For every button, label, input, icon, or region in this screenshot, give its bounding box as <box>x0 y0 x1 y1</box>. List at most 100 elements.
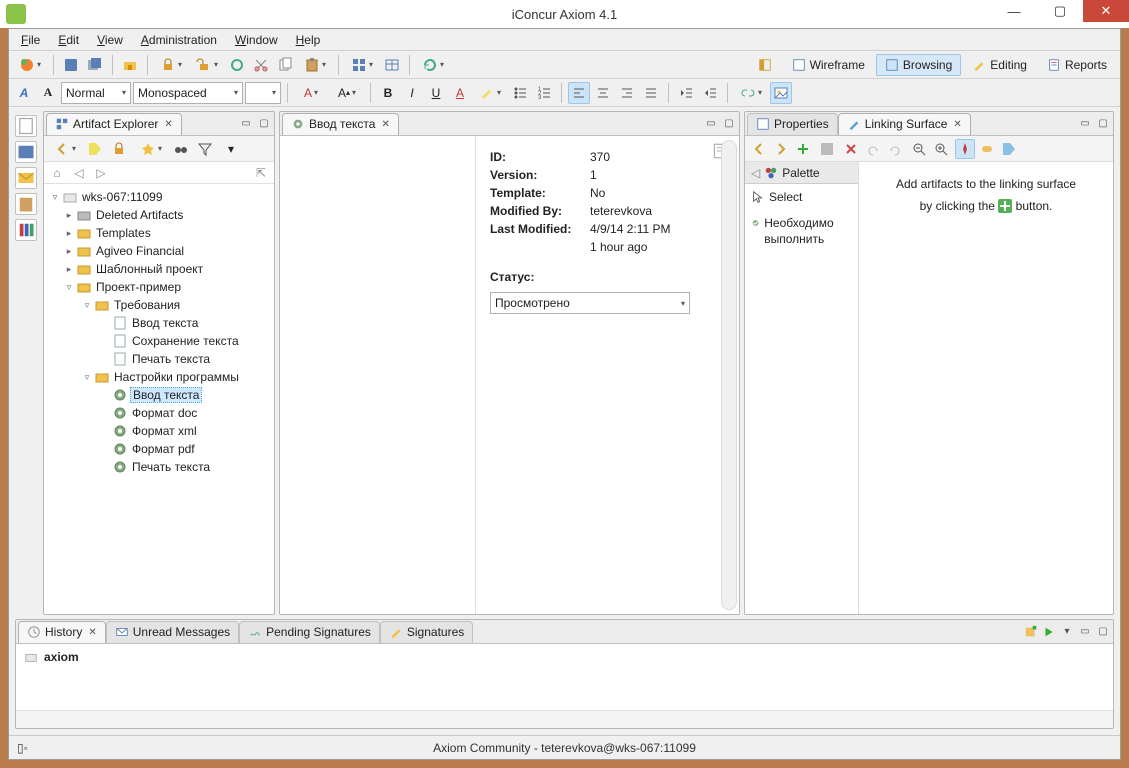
bottom-run-icon[interactable] <box>1041 624 1057 640</box>
grid-button[interactable] <box>345 54 379 76</box>
bottom-action1-icon[interactable] <box>1023 624 1039 640</box>
save-all-button[interactable] <box>84 54 106 76</box>
maximize-view-icon[interactable]: ▢ <box>721 116 737 132</box>
tree-item[interactable]: Проект-пример <box>94 280 183 294</box>
tree-item[interactable]: Требования <box>112 298 182 312</box>
align-left-button[interactable] <box>568 82 590 104</box>
nav-back-button[interactable] <box>749 139 769 159</box>
properties-tab[interactable]: Properties <box>747 113 838 135</box>
collapse-icon[interactable]: ⇱ <box>252 164 270 182</box>
zoom-out-button[interactable] <box>909 139 929 159</box>
paragraph-style-combo[interactable]: Normal <box>61 82 131 104</box>
tag-yellow-button[interactable] <box>84 138 106 160</box>
maximize-view-icon[interactable]: ▢ <box>1095 116 1111 132</box>
number-list-button[interactable]: 123 <box>533 82 555 104</box>
menu-help[interactable]: Help <box>288 31 329 49</box>
tree-item[interactable]: Настройки программы <box>112 370 241 384</box>
tree-item-selected[interactable]: Ввод текста <box>130 387 202 403</box>
copy-button[interactable] <box>274 54 296 76</box>
minimize-view-icon[interactable]: ▭ <box>1077 624 1093 640</box>
minimize-view-icon[interactable]: ▭ <box>1077 116 1093 132</box>
unread-messages-tab[interactable]: Unread Messages <box>106 621 239 643</box>
perspective-switcher-button[interactable] <box>749 54 781 76</box>
tree-item[interactable]: Сохранение текста <box>130 334 241 348</box>
close-icon[interactable]: ✕ <box>381 119 389 130</box>
highlight-button[interactable] <box>473 82 507 104</box>
artifact-tree[interactable]: ▿wks-067:11099 ▸Deleted Artifacts ▸Templ… <box>44 184 274 614</box>
pending-signatures-tab[interactable]: Pending Signatures <box>239 621 380 643</box>
tree-item[interactable]: Шаблонный проект <box>94 262 205 276</box>
bold-button[interactable]: B <box>377 82 399 104</box>
font-color-button[interactable]: A <box>294 82 328 104</box>
shortcut-books-icon[interactable] <box>15 219 37 241</box>
italic-button[interactable]: I <box>401 82 423 104</box>
editor-scrollbar[interactable] <box>721 140 737 610</box>
minimize-button[interactable]: — <box>991 0 1037 22</box>
insert-image-button[interactable] <box>770 82 792 104</box>
tree-item[interactable]: Agiveo Financial <box>94 244 186 258</box>
tag-button[interactable] <box>999 139 1019 159</box>
tree-item[interactable]: Deleted Artifacts <box>94 208 185 222</box>
shortcut-doc-icon[interactable] <box>15 115 37 137</box>
undo-button[interactable] <box>863 139 883 159</box>
perspective-reports[interactable]: Reports <box>1038 54 1116 76</box>
close-icon[interactable]: ✕ <box>164 119 172 130</box>
linking-surface-tab[interactable]: Linking Surface ✕ <box>838 113 971 135</box>
link-button[interactable] <box>226 54 248 76</box>
insert-link-button[interactable] <box>734 82 768 104</box>
back-icon[interactable]: ◁ <box>70 164 88 182</box>
signatures-tab[interactable]: Signatures <box>380 621 473 643</box>
refresh-button[interactable] <box>416 54 450 76</box>
align-justify-button[interactable] <box>640 82 662 104</box>
perspective-browsing[interactable]: Browsing <box>876 54 961 76</box>
menu-window[interactable]: Window <box>227 31 286 49</box>
lock-folder-button[interactable] <box>119 54 141 76</box>
save-button[interactable] <box>817 139 837 159</box>
cut-button[interactable] <box>250 54 272 76</box>
shortcut-mail-icon[interactable] <box>15 167 37 189</box>
bottom-menu-icon[interactable]: ▾ <box>1059 624 1075 640</box>
maximize-view-icon[interactable]: ▢ <box>1095 624 1111 640</box>
table-button[interactable] <box>381 54 403 76</box>
paste-button[interactable] <box>298 54 332 76</box>
font-size-up-button[interactable]: A▴ <box>330 82 364 104</box>
font-combo[interactable]: Monospaced <box>133 82 243 104</box>
history-tab[interactable]: History ✕ <box>18 621 106 643</box>
palette-select[interactable]: Select <box>745 184 858 210</box>
redo-button[interactable] <box>885 139 905 159</box>
align-right-button[interactable] <box>616 82 638 104</box>
tree-item[interactable]: Формат doc <box>130 406 199 420</box>
font-size-combo[interactable] <box>245 82 281 104</box>
underline-button[interactable]: U <box>425 82 447 104</box>
minimize-view-icon[interactable]: ▭ <box>703 116 719 132</box>
forward-icon[interactable]: ▷ <box>92 164 110 182</box>
perspective-editing[interactable]: Editing <box>963 54 1036 76</box>
text-style-a2-button[interactable]: A <box>37 82 59 104</box>
home-icon[interactable]: ⌂ <box>48 164 66 182</box>
menu-file[interactable]: File <box>13 31 48 49</box>
history-item[interactable]: axiom <box>24 650 1105 664</box>
menu-administration[interactable]: Administration <box>133 31 225 49</box>
binoculars-icon[interactable] <box>170 138 192 160</box>
pushpin-button[interactable] <box>955 139 975 159</box>
tree-item[interactable]: Templates <box>94 226 153 240</box>
toggle-button[interactable] <box>977 139 997 159</box>
tree-item[interactable]: Печать текста <box>130 460 212 474</box>
menu-view[interactable]: View <box>89 31 131 49</box>
editor-tab[interactable]: Ввод текста ✕ <box>282 113 399 135</box>
perspective-wireframe[interactable]: Wireframe <box>783 54 874 76</box>
lock-icon[interactable] <box>108 138 130 160</box>
zoom-in-button[interactable] <box>931 139 951 159</box>
outdent-button[interactable] <box>675 82 697 104</box>
status-left-icon[interactable]: ▯◦ <box>17 741 28 755</box>
shortcut-window-icon[interactable] <box>15 141 37 163</box>
close-icon[interactable]: ✕ <box>88 627 96 638</box>
shortcut-clipboard-icon[interactable] <box>15 193 37 215</box>
minimize-view-icon[interactable]: ▭ <box>238 116 254 132</box>
filter-button[interactable] <box>194 138 216 160</box>
tree-item[interactable]: Ввод текста <box>130 316 200 330</box>
linking-surface-canvas[interactable]: Add artifacts to the linking surface by … <box>859 162 1113 614</box>
view-menu-icon[interactable]: ▾ <box>220 138 242 160</box>
indent-button[interactable] <box>699 82 721 104</box>
palette-item-todo[interactable]: Необходимо выполнить <box>745 210 858 253</box>
